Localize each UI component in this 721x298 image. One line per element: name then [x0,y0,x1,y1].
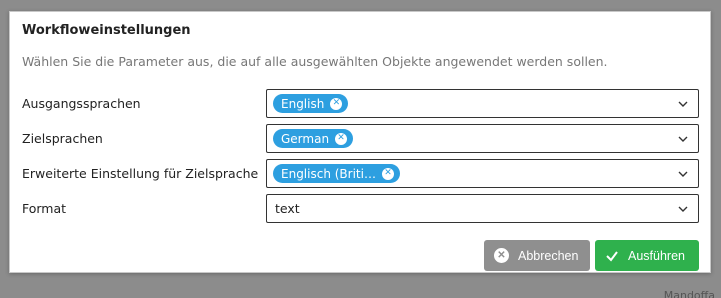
target-language-advanced-row: Erweiterte Einstellung für Zielsprache E… [10,159,710,189]
target-languages-select[interactable]: German ✕ [266,124,699,153]
chevron-down-icon[interactable] [678,169,688,179]
workflow-settings-dialog: Workfloweinstellungen Wählen Sie die Par… [9,11,711,273]
chip-remove-icon[interactable]: ✕ [381,167,394,180]
chip-label: Englisch (Briti… [281,166,376,181]
format-value: text [275,201,300,216]
target-languages-label: Zielsprachen [22,131,103,146]
dialog-subtitle: Wählen Sie die Parameter aus, die auf al… [22,54,608,69]
source-languages-select[interactable]: English ✕ [266,89,699,118]
chip-label: English [281,96,325,111]
chevron-down-icon[interactable] [678,134,688,144]
dialog-title: Workfloweinstellungen [22,23,191,38]
chip-remove-icon[interactable]: ✕ [330,97,343,110]
check-icon [606,250,618,262]
background-text: Mandoffa [663,289,715,298]
language-chip: English ✕ [273,94,349,113]
chevron-down-icon[interactable] [678,99,688,109]
source-languages-row: Ausgangssprachen English ✕ [10,89,710,119]
target-language-advanced-label: Erweiterte Einstellung für Zielsprache [22,166,259,181]
cancel-button[interactable]: ✕ Abbrechen [484,240,590,271]
format-select[interactable]: text [266,194,699,223]
language-chip: Englisch (Briti… ✕ [273,164,400,183]
chevron-down-icon[interactable] [678,204,688,214]
run-button-label: Ausführen [628,248,685,263]
cancel-button-label: Abbrechen [518,248,579,263]
target-languages-row: Zielsprachen German ✕ [10,124,710,154]
run-button[interactable]: Ausführen [595,240,699,271]
format-row: Format text [10,194,710,224]
chip-label: German [281,131,330,146]
language-chip: German ✕ [273,129,354,148]
target-language-advanced-select[interactable]: Englisch (Briti… ✕ [266,159,699,188]
close-circle-icon: ✕ [494,248,509,263]
format-label: Format [22,201,67,216]
chip-remove-icon[interactable]: ✕ [335,132,348,145]
source-languages-label: Ausgangssprachen [22,96,141,111]
